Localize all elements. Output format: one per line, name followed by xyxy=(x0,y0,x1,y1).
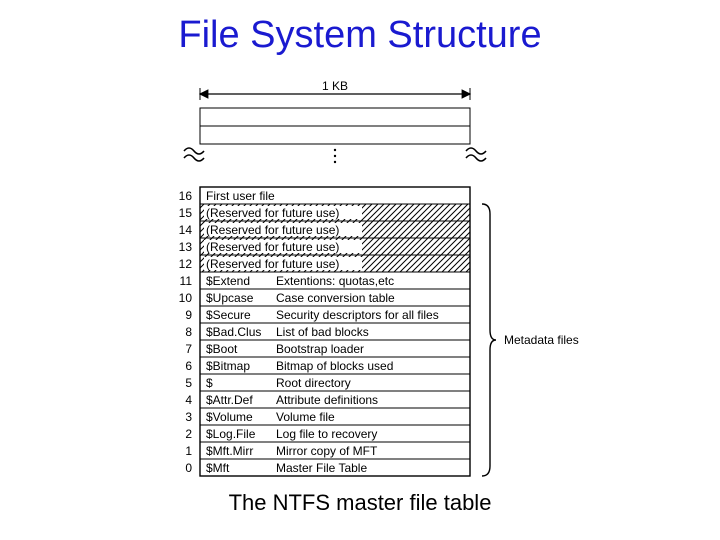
mft-row-name-9: $Secure xyxy=(206,308,251,322)
mft-row-name-7: $Boot xyxy=(206,342,238,356)
mft-row-name-5: $ xyxy=(206,376,213,390)
mft-row-index-16: 16 xyxy=(179,189,193,203)
mft-row-name-2: $Log.File xyxy=(206,427,256,441)
mft-row-desc-15: (Reserved for future use) xyxy=(206,206,339,220)
mft-row-index-10: 10 xyxy=(179,291,193,305)
mft-row-desc-2: Log file to recovery xyxy=(276,427,377,441)
mft-row-name-10: $Upcase xyxy=(206,291,254,305)
mft-row-name-4: $Attr.Def xyxy=(206,393,253,407)
mft-row-index-9: 9 xyxy=(185,308,192,322)
mft-row-index-3: 3 xyxy=(185,410,192,424)
break-mark-right xyxy=(466,148,486,154)
mft-row-index-8: 8 xyxy=(185,325,192,339)
mft-row-desc-6: Bitmap of blocks used xyxy=(276,359,393,373)
mft-row-name-0: $Mft xyxy=(206,461,230,475)
mft-row-desc-9: Security descriptors for all files xyxy=(276,308,439,322)
break-mark-left xyxy=(184,148,204,154)
mft-row-desc-7: Bootstrap loader xyxy=(276,342,364,356)
mft-row-desc-10: Case conversion table xyxy=(276,291,395,305)
mft-diagram: 1 KB 0 $Mft Master File Table 1 $Mft.Mirr Mirr… xyxy=(0,78,720,488)
mft-row-desc-4: Attribute definitions xyxy=(276,393,378,407)
mft-row-index-12: 12 xyxy=(179,257,193,271)
size-label: 1 KB xyxy=(322,79,348,93)
gap-row-bottom xyxy=(200,126,470,144)
mft-row-name-3: $Volume xyxy=(206,410,253,424)
mft-row-desc-5: Root directory xyxy=(276,376,351,390)
mft-row-desc-0: Master File Table xyxy=(276,461,367,475)
metadata-brace-label: Metadata files xyxy=(504,333,579,347)
mft-row-index-6: 6 xyxy=(185,359,192,373)
mft-row-name-8: $Bad.Clus xyxy=(206,325,261,339)
mft-row-desc-14: (Reserved for future use) xyxy=(206,223,339,237)
mft-row-index-1: 1 xyxy=(185,444,192,458)
mft-row-desc-1: Mirror copy of MFT xyxy=(276,444,378,458)
mft-row-index-15: 15 xyxy=(179,206,193,220)
mft-row-desc-3: Volume file xyxy=(276,410,335,424)
mft-row-index-4: 4 xyxy=(185,393,192,407)
slide-caption: The NTFS master file table xyxy=(0,490,720,516)
mft-row-index-2: 2 xyxy=(185,427,192,441)
ellipsis-dot-1 xyxy=(334,155,336,157)
mft-row-name-6: $Bitmap xyxy=(206,359,250,373)
mft-row-desc-12: (Reserved for future use) xyxy=(206,257,339,271)
mft-row-desc-11: Extentions: quotas,etc xyxy=(276,274,394,288)
mft-row-index-11: 11 xyxy=(180,274,193,288)
mft-row-index-7: 7 xyxy=(185,342,192,356)
ellipsis-dot-2 xyxy=(334,161,336,163)
mft-row-desc-8: List of bad blocks xyxy=(276,325,369,339)
mft-row-desc-13: (Reserved for future use) xyxy=(206,240,339,254)
metadata-brace xyxy=(482,204,496,476)
mft-row-desc-16: First user file xyxy=(206,189,275,203)
mft-row-name-11: $Extend xyxy=(206,274,250,288)
mft-row-index-14: 14 xyxy=(179,223,193,237)
ellipsis-dot-0 xyxy=(334,149,336,151)
mft-row-name-1: $Mft.Mirr xyxy=(206,444,253,458)
slide-title: File System Structure xyxy=(0,14,720,57)
mft-row-index-5: 5 xyxy=(185,376,192,390)
gap-row-top xyxy=(200,108,470,126)
mft-row-index-13: 13 xyxy=(179,240,193,254)
mft-row-index-0: 0 xyxy=(185,461,192,475)
